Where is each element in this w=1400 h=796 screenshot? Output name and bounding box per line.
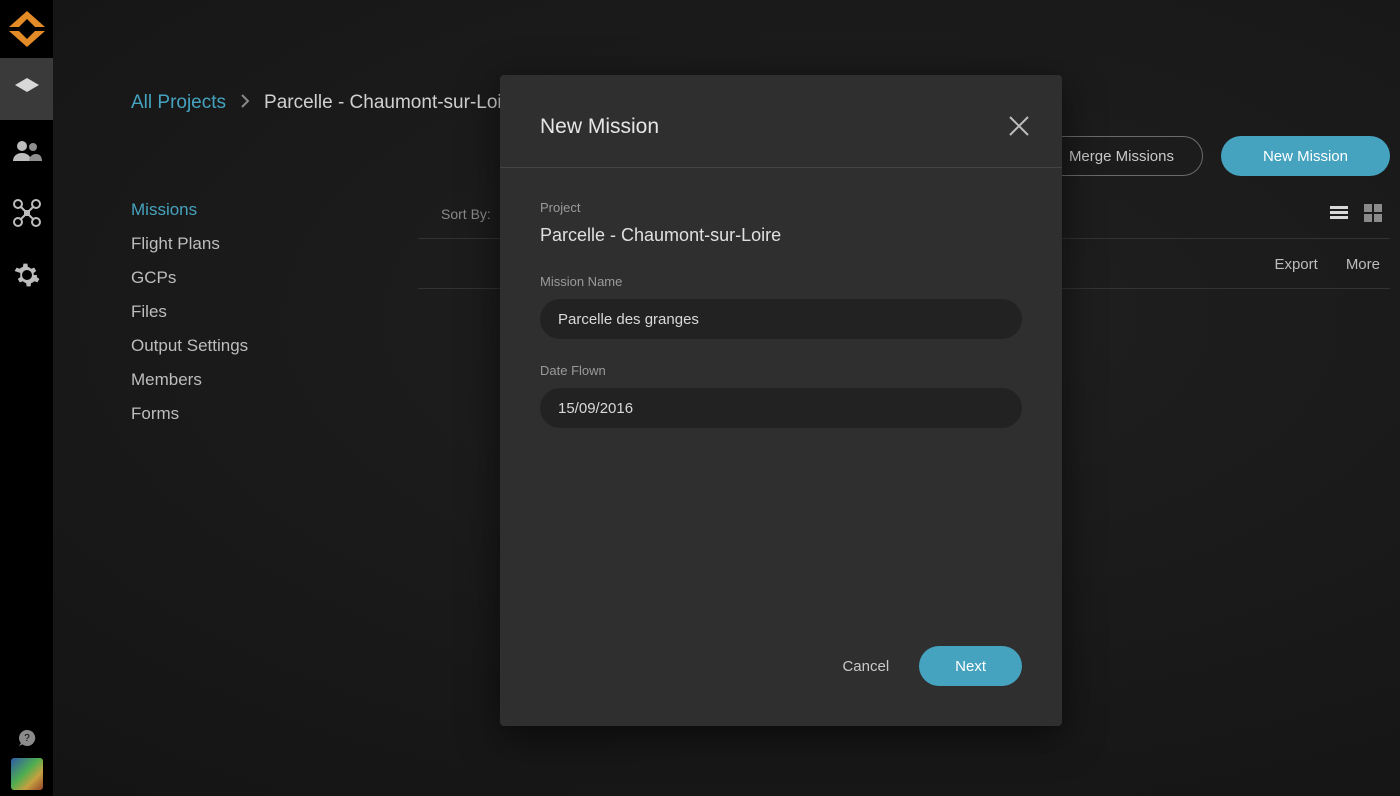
modal-close-button[interactable] [1008,115,1030,142]
date-flown-input[interactable] [540,388,1022,428]
date-flown-label: Date Flown [540,363,1022,378]
rail-item-avatar[interactable] [11,758,43,790]
gear-icon [14,262,40,288]
project-value: Parcelle - Chaumont-sur-Loire [540,225,1022,246]
mission-name-label: Mission Name [540,274,1022,289]
brand-logo-icon [5,7,49,51]
left-rail: ? [0,0,53,796]
modal-title: New Mission [540,115,1022,139]
help-icon: ? [18,729,36,747]
project-label: Project [540,200,1022,215]
rail-item-layers[interactable] [0,58,53,120]
svg-text:?: ? [24,733,30,744]
rail-item-drone[interactable] [0,182,53,244]
rail-item-settings[interactable] [0,244,53,306]
drone-icon [12,198,42,228]
next-button[interactable]: Next [919,646,1022,686]
main-area: All Projects Parcelle - Chaumont-sur-Loi… [53,0,1400,796]
users-icon [11,139,43,163]
new-mission-modal: New Mission Project Parcelle - Chaumont-… [500,75,1062,726]
brand-logo [0,0,53,58]
close-icon [1008,115,1030,137]
rail-item-users[interactable] [0,120,53,182]
layers-icon [12,74,42,104]
rail-item-help[interactable]: ? [0,718,53,758]
mission-name-input[interactable] [540,299,1022,339]
cancel-button[interactable]: Cancel [842,658,889,675]
